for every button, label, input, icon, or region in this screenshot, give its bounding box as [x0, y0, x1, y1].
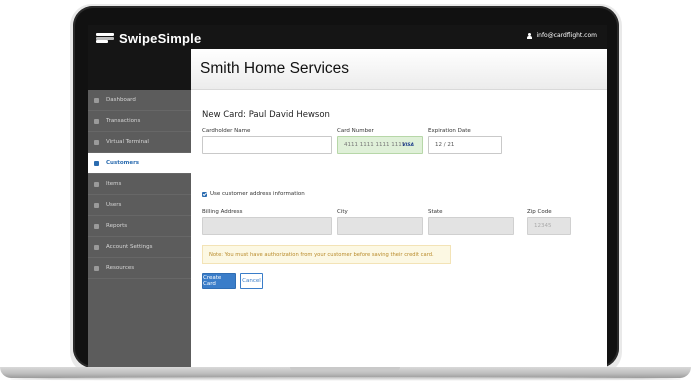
- sidebar-header: [88, 49, 191, 90]
- sidebar-item-label: Dashboard: [106, 97, 136, 103]
- sidebar-item-label: Virtual Terminal: [106, 139, 149, 145]
- sidebar-item-users[interactable]: Users: [88, 195, 191, 216]
- cancel-button[interactable]: Cancel: [240, 273, 263, 289]
- gear-icon: [94, 244, 99, 250]
- user-email: info@cardflight.com: [536, 32, 597, 39]
- expiration-label: Expiration Date: [428, 128, 471, 134]
- card-number-input[interactable]: 4111 1111 1111 1111 VISA: [337, 136, 423, 154]
- sidebar-item-label: Account Settings: [106, 244, 153, 250]
- use-address-checkbox-row[interactable]: Use customer address information: [202, 191, 305, 197]
- laptop-base-shadow: [10, 377, 681, 381]
- sidebar: Dashboard Transactions Virtual Terminal …: [88, 90, 191, 367]
- sidebar-item-label: Users: [106, 202, 122, 208]
- visa-icon: VISA: [402, 143, 414, 148]
- cardholder-label: Cardholder Name: [202, 128, 251, 134]
- card-number-label: Card Number: [337, 128, 374, 134]
- city-label: City: [337, 209, 348, 215]
- page-header: Smith Home Services: [191, 49, 607, 90]
- sidebar-item-transactions[interactable]: Transactions: [88, 111, 191, 132]
- user-menu[interactable]: info@cardflight.com: [527, 32, 597, 39]
- authorization-note: Note: You must have authorization from y…: [202, 245, 451, 264]
- sidebar-item-label: Customers: [106, 160, 140, 166]
- use-address-label: Use customer address information: [210, 191, 305, 197]
- transactions-icon: [94, 118, 99, 124]
- user-icon: [527, 32, 533, 39]
- chart-icon: [94, 223, 99, 229]
- brand-logo[interactable]: SwipeSimple: [96, 30, 201, 46]
- main-content: New Card: Paul David Hewson Cardholder N…: [191, 90, 607, 367]
- cardholder-input[interactable]: [202, 136, 332, 154]
- checkbox-checked-icon[interactable]: [202, 191, 207, 197]
- users-icon: [94, 202, 99, 208]
- expiration-input[interactable]: 12 / 21: [428, 136, 502, 154]
- sidebar-item-label: Items: [106, 181, 122, 187]
- sidebar-item-virtual-terminal[interactable]: Virtual Terminal: [88, 132, 191, 153]
- logo-card-icon: [96, 33, 114, 43]
- brand-name: SwipeSimple: [119, 30, 202, 46]
- top-bar: SwipeSimple info@cardflight.com: [88, 25, 607, 49]
- sidebar-item-reports[interactable]: Reports: [88, 216, 191, 237]
- zip-code-input[interactable]: 12345: [527, 217, 571, 235]
- city-input[interactable]: [337, 217, 423, 235]
- page-title: Smith Home Services: [200, 60, 350, 77]
- dashboard-icon: [94, 97, 99, 103]
- sidebar-item-dashboard[interactable]: Dashboard: [88, 90, 191, 111]
- state-label: State: [428, 209, 443, 215]
- terminal-icon: [94, 139, 99, 145]
- sidebar-item-account-settings[interactable]: Account Settings: [88, 237, 191, 258]
- form-title: New Card: Paul David Hewson: [202, 110, 330, 120]
- sidebar-item-label: Reports: [106, 223, 128, 229]
- card-number-value: 4111 1111 1111 1111: [344, 142, 406, 148]
- create-card-button[interactable]: Create Card: [202, 273, 236, 289]
- book-icon: [94, 265, 99, 271]
- app-screen: SwipeSimple info@cardflight.com Smith Ho…: [88, 25, 607, 367]
- billing-address-label: Billing Address: [202, 209, 243, 215]
- zip-code-label: Zip Code: [527, 209, 552, 215]
- sidebar-item-resources[interactable]: Resources: [88, 258, 191, 279]
- sidebar-item-label: Transactions: [106, 118, 141, 124]
- cart-icon: [94, 181, 99, 187]
- laptop-notch: [290, 367, 400, 371]
- sidebar-item-items[interactable]: Items: [88, 174, 191, 195]
- sidebar-item-label: Resources: [106, 265, 135, 271]
- customers-icon: [94, 160, 99, 166]
- sidebar-item-customers[interactable]: Customers: [88, 153, 191, 174]
- state-input[interactable]: [428, 217, 514, 235]
- billing-address-input[interactable]: [202, 217, 332, 235]
